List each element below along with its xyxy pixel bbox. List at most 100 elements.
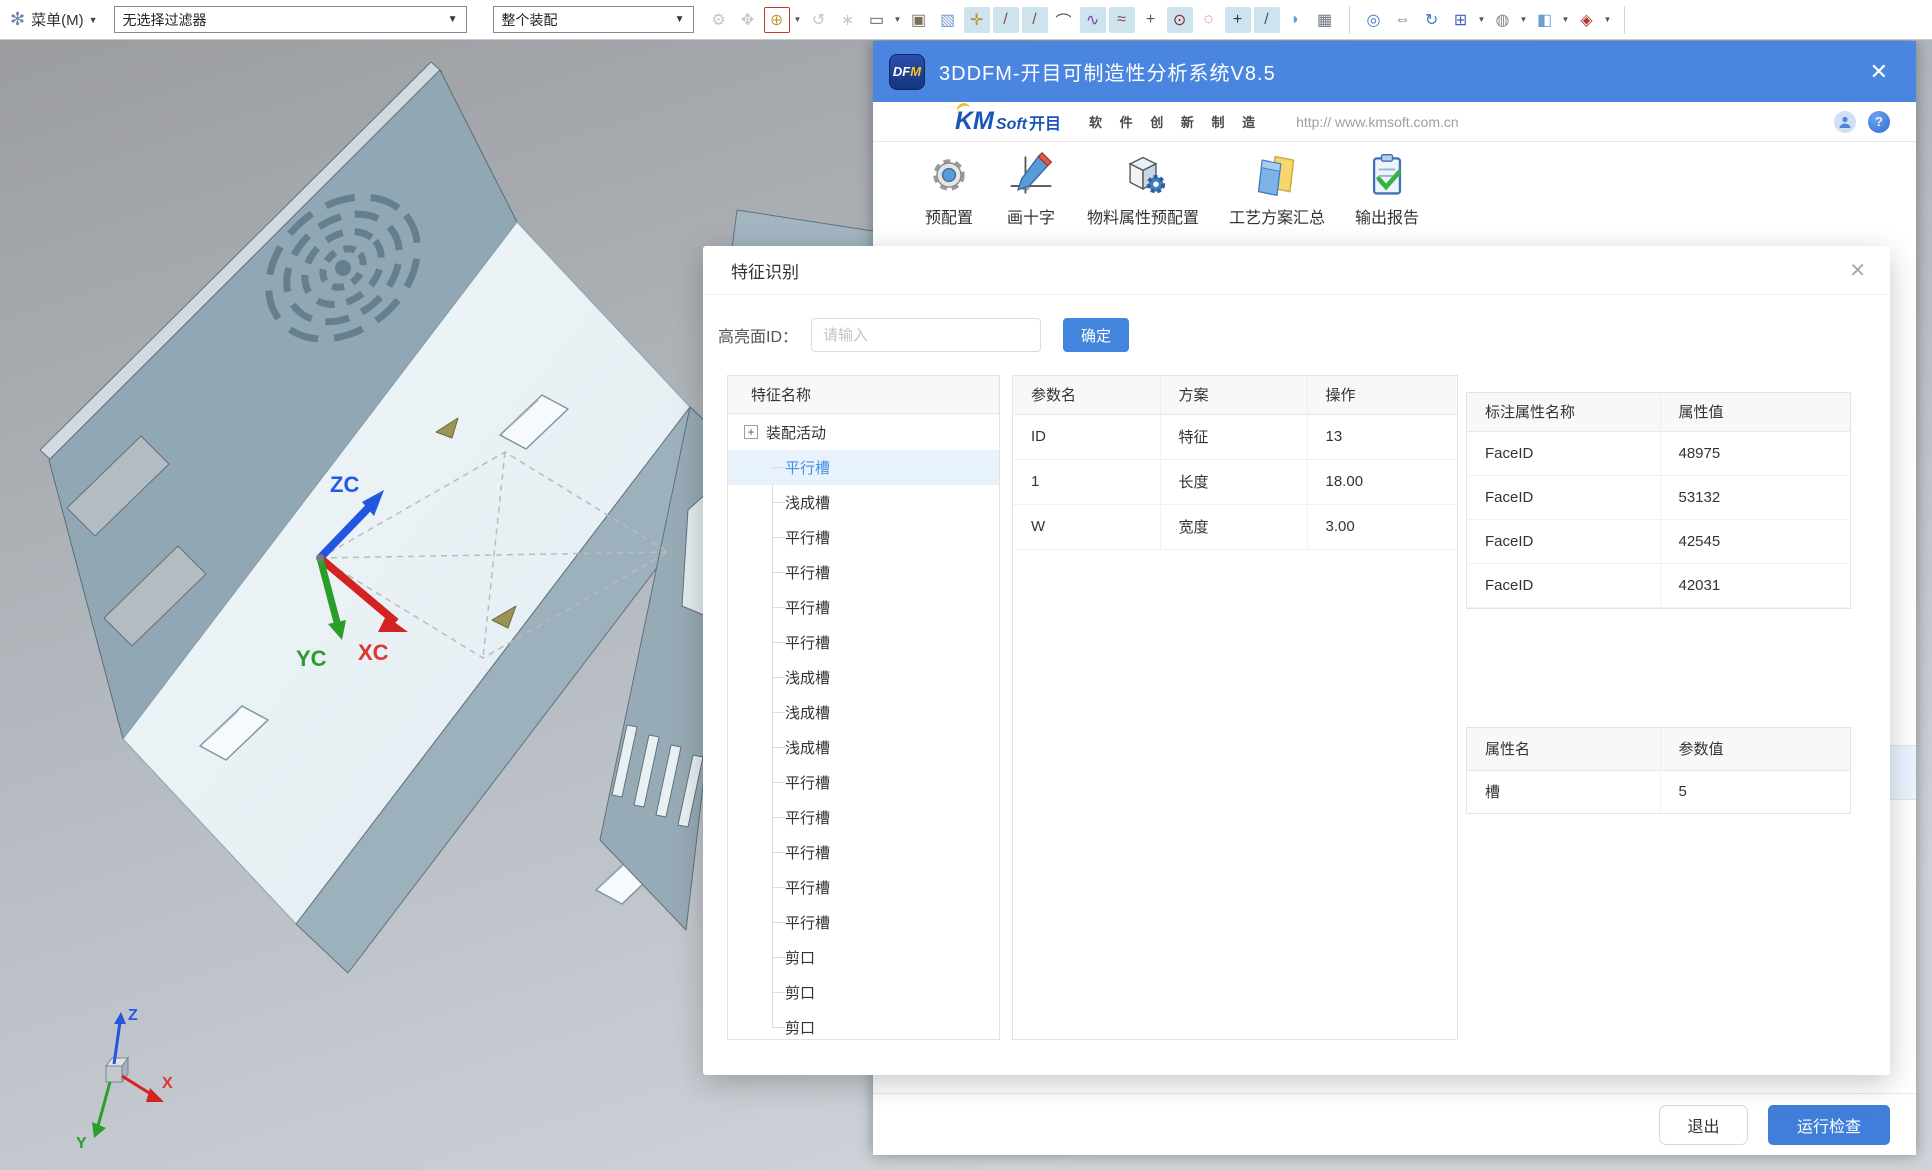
selection-scope-dropdown[interactable]: 整个装配 ▼ (493, 6, 694, 33)
snap-quadrant-icon[interactable]: ◌ (1196, 7, 1222, 33)
value-table-body: 槽5 (1467, 770, 1850, 813)
menu-button[interactable]: 菜单(M) ▼ (31, 9, 97, 30)
section-view-icon[interactable]: ◈ (1574, 7, 1600, 33)
pan-icon[interactable]: ⇔ (1390, 7, 1416, 33)
tree-item[interactable]: 平行槽 (728, 870, 999, 905)
tree-root-item[interactable]: + 装配活动 (728, 414, 999, 450)
snap-slope-icon[interactable]: / (1254, 7, 1280, 33)
material-preconfig-button[interactable]: 物料属性预配置 (1087, 149, 1199, 228)
table-row[interactable]: FaceID48975 (1467, 431, 1850, 475)
action-label: 预配置 (925, 204, 973, 228)
dfm-titlebar[interactable]: DFM 3DDFM-开目可制造性分析系统V8.5 ✕ (873, 41, 1916, 102)
tree-item[interactable]: 浅成槽 (728, 730, 999, 765)
column-header: 方案 (1160, 376, 1307, 414)
window-layout-icon[interactable]: ⊞ (1448, 7, 1474, 33)
selection-filter-dropdown[interactable]: 无选择过滤器 ▼ (114, 6, 467, 33)
rotate-view-icon[interactable]: ↻ (1419, 7, 1445, 33)
snap-arc-icon[interactable]: ⌒ (1051, 7, 1077, 33)
grid-icon[interactable]: ▦ (1312, 7, 1338, 33)
dynamic-wcs-icon[interactable]: ✛ (964, 7, 990, 33)
tree-item[interactable]: 平行槽 (728, 800, 999, 835)
table-cell: FaceID (1467, 431, 1660, 475)
snap-point-icon[interactable]: + (1225, 7, 1251, 33)
preconfig-button[interactable]: 预配置 (923, 149, 975, 228)
run-check-button[interactable]: 运行检查 (1768, 1105, 1890, 1145)
table-row[interactable]: ID特征13 (1013, 414, 1457, 459)
chevron-down-icon[interactable]: ▼ (1519, 15, 1529, 24)
feature-tree: 特征名称 + 装配活动 平行槽浅成槽平行槽平行槽平行槽平行槽浅成槽浅成槽浅成槽平… (727, 375, 1000, 1040)
process-summary-button[interactable]: 工艺方案汇总 (1229, 149, 1325, 228)
face-rule-icon[interactable]: ◗ (1283, 7, 1309, 33)
selection-filter-icon[interactable]: ⊕ (764, 7, 790, 33)
logo-kaimu-text: 开目 (1029, 110, 1061, 134)
user-avatar-icon[interactable] (1834, 111, 1856, 133)
undo-reposition-icon[interactable]: ↺ (806, 7, 832, 33)
tree-item[interactable]: 平行槽 (728, 590, 999, 625)
tree-item-label: 平行槽 (785, 597, 830, 618)
tree-item[interactable]: 浅成槽 (728, 660, 999, 695)
column-header: 标注属性名称 (1467, 393, 1660, 431)
chevron-down-icon[interactable]: ▼ (793, 15, 803, 24)
tree-item[interactable]: 平行槽 (728, 520, 999, 555)
chevron-down-icon[interactable]: ▼ (1603, 15, 1613, 24)
close-icon[interactable]: ✕ (1849, 258, 1866, 283)
output-report-button[interactable]: 输出报告 (1355, 149, 1419, 228)
tree-item-label: 平行槽 (785, 457, 830, 478)
table-cell: ID (1013, 414, 1160, 459)
action-label: 输出报告 (1355, 204, 1419, 228)
tree-item[interactable]: 浅成槽 (728, 485, 999, 520)
snap-endpoint-icon[interactable]: / (993, 7, 1019, 33)
table-row[interactable]: 1长度18.00 (1013, 459, 1457, 504)
highlight-face-input[interactable] (811, 318, 1041, 352)
selection-filter-value: 无选择过滤器 (123, 10, 207, 30)
draw-cross-button[interactable]: 画十字 (1005, 149, 1057, 228)
tree-item[interactable]: 浅成槽 (728, 695, 999, 730)
feature-tree-header: 特征名称 (728, 376, 999, 414)
menu-label: 菜单(M) (31, 9, 84, 30)
render-style-icon[interactable]: ◍ (1490, 7, 1516, 33)
assembly-sequence-icon[interactable]: ∗ (835, 7, 861, 33)
snap-spline-icon[interactable]: ∿ (1080, 7, 1106, 33)
pencil-cross-icon (1005, 149, 1057, 201)
tree-item[interactable]: 平行槽 (728, 625, 999, 660)
tree-item[interactable]: 平行槽 (728, 555, 999, 590)
table-row[interactable]: FaceID53132 (1467, 475, 1850, 519)
view-cube-icon[interactable]: ◧ (1532, 7, 1558, 33)
confirm-button[interactable]: 确定 (1063, 318, 1129, 352)
snap-curve-icon[interactable]: ≈ (1109, 7, 1135, 33)
table-row[interactable]: 槽5 (1467, 770, 1850, 813)
zoom-window-icon[interactable]: ◎ (1361, 7, 1387, 33)
tree-item[interactable]: 平行槽 (728, 905, 999, 940)
table-cell: 42031 (1660, 563, 1850, 607)
table-cell: 宽度 (1160, 504, 1307, 549)
table-row[interactable]: FaceID42031 (1467, 563, 1850, 607)
tree-item[interactable]: 平行槽 (728, 450, 999, 485)
exit-button[interactable]: 退出 (1659, 1105, 1748, 1145)
chevron-down-icon[interactable]: ▼ (1477, 15, 1487, 24)
box-gear-icon (1117, 149, 1169, 201)
rect-selection-icon[interactable]: ▭ (864, 7, 890, 33)
move-component-icon[interactable]: ✥ (735, 7, 761, 33)
chevron-down-icon[interactable]: ▼ (893, 15, 903, 24)
snap-midpoint-icon[interactable]: / (1022, 7, 1048, 33)
chevron-down-icon[interactable]: ▼ (1561, 15, 1571, 24)
tree-item[interactable]: 剪口 (728, 1010, 999, 1040)
solid-view-icon[interactable]: ▧ (935, 7, 961, 33)
snap-center-icon[interactable]: ⊙ (1167, 7, 1193, 33)
tree-item[interactable]: 平行槽 (728, 765, 999, 800)
expand-icon[interactable]: + (744, 425, 758, 439)
gear-icon (923, 149, 975, 201)
table-row[interactable]: W宽度3.00 (1013, 504, 1457, 549)
measure-icon[interactable]: ▣ (906, 7, 932, 33)
snap-intersection-icon[interactable]: + (1138, 7, 1164, 33)
assembly-constraints-icon[interactable]: ⚙ (706, 7, 732, 33)
close-icon[interactable]: ✕ (1858, 59, 1900, 85)
help-icon[interactable]: ? (1868, 111, 1890, 133)
tree-item[interactable]: 剪口 (728, 975, 999, 1010)
triad-z-label: Z (128, 1007, 138, 1024)
tree-item[interactable]: 平行槽 (728, 835, 999, 870)
attr-value-table: 属性名 参数值 槽5 (1466, 727, 1851, 814)
tree-item[interactable]: 剪口 (728, 940, 999, 975)
table-row[interactable]: FaceID42545 (1467, 519, 1850, 563)
folders-icon (1251, 149, 1303, 201)
